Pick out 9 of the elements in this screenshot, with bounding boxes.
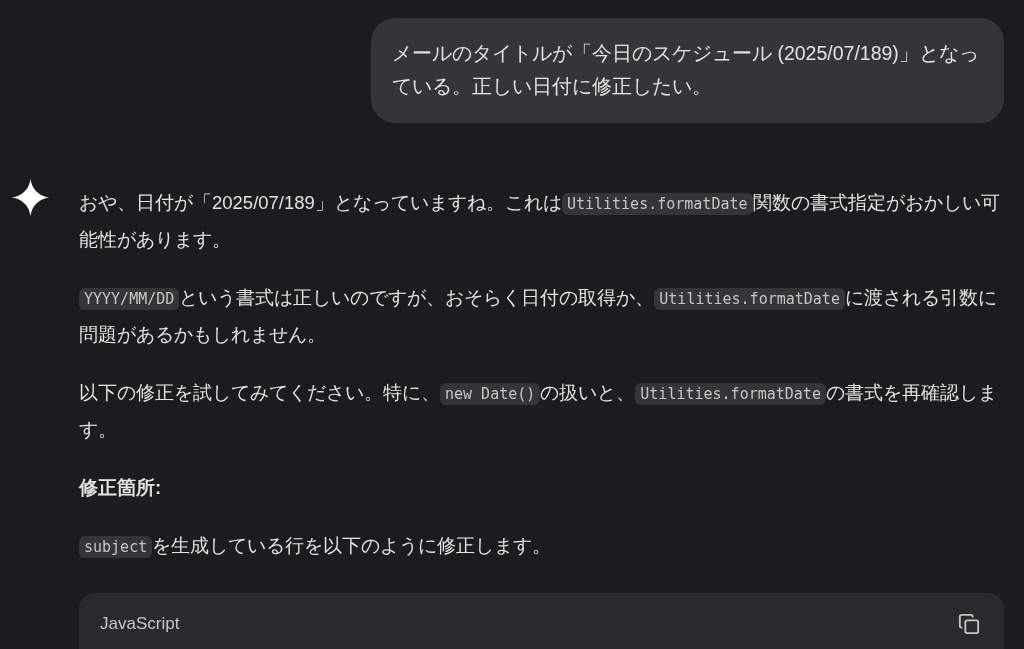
user-message: メールのタイトルが「今日のスケジュール (2025/07/189)」となっている。正しい日付に修正したい。 (371, 18, 1004, 123)
response-paragraph: subject を生成している行を以下のように修正します。 (79, 528, 1004, 565)
response-paragraph: YYYY/MM/DD という書式は正しいのですが、おそらく日付の取得か、 Utilities.formatDate に渡される引数に問題があるかもしれません。 (79, 286, 998, 347)
section-heading: 修正箇所: (79, 476, 163, 500)
copy-icon[interactable] (958, 613, 980, 635)
code-language: JavaScript (100, 614, 180, 634)
sparkle-icon (12, 179, 49, 216)
response-paragraph: 以下の修正を試してみてください。特に、 new Date() の扱いと、 Utilities.formatDate の書式を再確認します。 (79, 381, 998, 442)
response-paragraph: おや、日付が「2025/07/189」となっていますね。これは Utilities.formatDate 関数の書式指定がおかしい可能性があります。 (79, 191, 1001, 252)
